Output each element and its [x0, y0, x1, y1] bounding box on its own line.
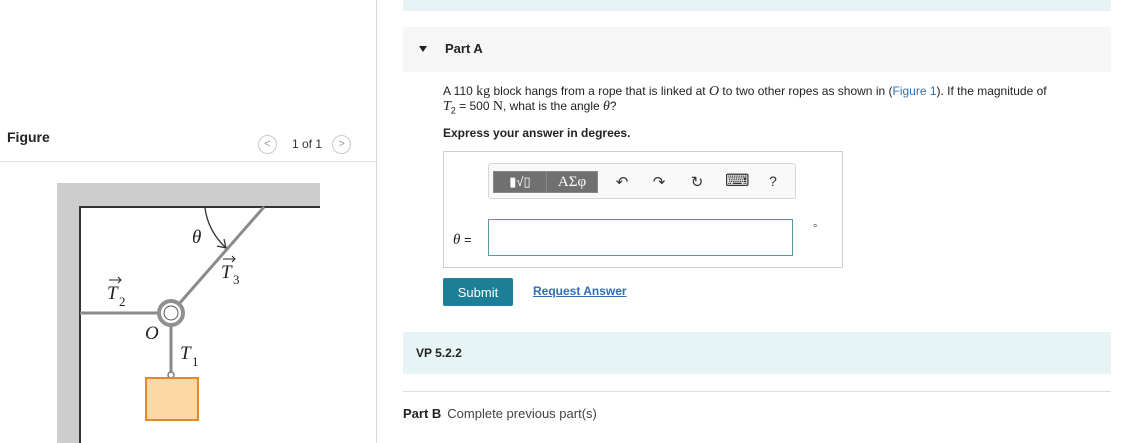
top-band: [403, 0, 1111, 11]
figure-panel: Figure < 1 of 1 > θ T 3 T 2 O T 1: [0, 0, 376, 443]
t1-label: T: [180, 343, 192, 364]
t3-subscript: 3: [233, 272, 240, 287]
question-text: A 110 kg block hangs from a rope that is…: [443, 84, 1047, 116]
figure-title: Figure: [7, 129, 50, 145]
pager-text: 1 of 1: [292, 137, 323, 151]
t2-label: T: [107, 283, 119, 304]
degree-unit: °: [813, 223, 818, 235]
ring-inner: [163, 305, 179, 321]
answer-variable-label: θ =: [453, 232, 472, 248]
theta-label: θ: [192, 227, 201, 248]
figure-link[interactable]: Figure 1: [892, 84, 936, 98]
part-b-label: Part B: [403, 406, 442, 421]
physics-diagram: θ T 3 T 2 O T 1: [57, 183, 320, 443]
chevron-left-icon: <: [264, 138, 271, 150]
reset-icon[interactable]: ↻: [688, 173, 706, 191]
submit-button[interactable]: Submit: [443, 278, 513, 306]
t1-subscript: 1: [192, 354, 199, 369]
rope-t3: [176, 206, 266, 306]
undo-icon[interactable]: ↶: [614, 173, 630, 191]
t2-subscript: 2: [119, 294, 126, 309]
symbols-icon: ΑΣφ: [557, 173, 587, 190]
caret-down-icon: [419, 46, 427, 52]
figure-pager: < 1 of 1 >: [258, 134, 352, 154]
figure-separator: [0, 161, 376, 162]
answer-input[interactable]: [488, 219, 793, 256]
redo-icon[interactable]: ↷: [651, 173, 667, 191]
wall-shadow: [57, 183, 81, 443]
prev-figure-button[interactable]: <: [258, 134, 277, 154]
part-b-header: Part B Complete previous part(s): [403, 406, 597, 421]
answer-instruction: Express your answer in degrees.: [443, 126, 631, 140]
part-a-title: Part A: [445, 41, 483, 56]
next-figure-button[interactable]: >: [332, 134, 352, 154]
vp-band: VP 5.2.2: [403, 332, 1111, 374]
part-a-header[interactable]: Part A: [403, 27, 1111, 72]
keyboard-icon[interactable]: ⌨: [725, 171, 750, 191]
request-answer-link[interactable]: Request Answer: [533, 284, 627, 298]
hanging-block: [145, 377, 199, 421]
part-b-separator: [403, 391, 1111, 392]
pane-divider: [376, 0, 377, 443]
math-toolbar: ▮√▯ ΑΣφ ↶ ↷ ↻ ⌨ ?: [488, 163, 796, 199]
answer-box: ▮√▯ ΑΣφ ↶ ↷ ↻ ⌨ ? θ = °: [443, 151, 843, 268]
templates-icon: ▮√▯: [509, 174, 531, 189]
chevron-right-icon: >: [338, 138, 345, 150]
symbols-button[interactable]: ΑΣφ: [546, 171, 598, 193]
part-b-status: Complete previous part(s): [447, 406, 597, 421]
ceiling-shadow: [57, 183, 320, 207]
vp-label: VP 5.2.2: [416, 346, 462, 360]
angle-arc: [204, 207, 227, 249]
template-button[interactable]: ▮√▯: [493, 171, 547, 193]
t3-label: T: [221, 262, 233, 283]
o-label: O: [145, 323, 159, 344]
help-icon[interactable]: ?: [766, 173, 780, 189]
